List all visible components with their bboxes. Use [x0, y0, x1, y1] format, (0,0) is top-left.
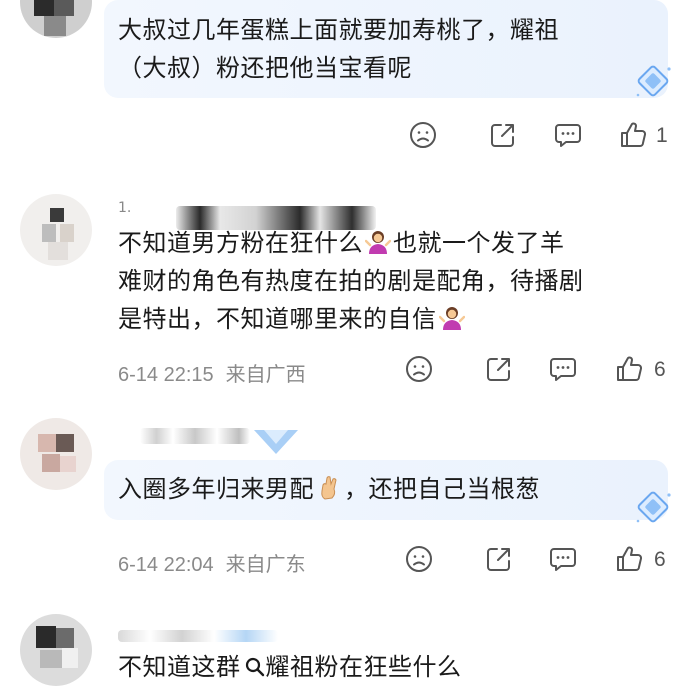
person-shrugging-emoji: [365, 229, 391, 255]
person-shrugging-emoji: [439, 305, 465, 331]
timestamp: 6-14 22:04: [118, 554, 214, 576]
thumbs-up-icon[interactable]: [614, 544, 644, 574]
like-count: 6: [654, 548, 666, 571]
sad-face-icon[interactable]: [404, 354, 434, 384]
share-icon[interactable]: [488, 120, 518, 150]
avatar[interactable]: [20, 418, 92, 490]
search-icon: [245, 657, 264, 677]
like-count: 6: [654, 358, 666, 381]
blurred-username: [140, 428, 250, 444]
crossed-fingers-emoji: [316, 475, 342, 501]
username[interactable]: 1.: [118, 200, 131, 224]
avatar[interactable]: [20, 194, 92, 266]
comment-icon[interactable]: [548, 354, 578, 384]
thumbs-up-icon[interactable]: [618, 120, 648, 150]
thumbs-up-icon[interactable]: [614, 354, 644, 384]
comment-text: 不知道这群 耀祖粉在狂些什么: [118, 653, 462, 681]
timestamp: 6-14 22:15: [118, 364, 214, 386]
like-count: 1: [656, 124, 668, 147]
location: 来自广西: [225, 364, 306, 386]
comment-meta: 6-14 22:04 来自广东: [118, 548, 318, 577]
comment-text: 大叔过几年蛋糕上面就要加寿桃了，耀祖 （大叔）粉还把他当宝看呢: [118, 16, 559, 82]
comment-item-3: 入圈多年归来男配 ，还把自己当根葱 6-14 22:04 来自广东 6: [0, 412, 690, 592]
location: 来自广东: [225, 554, 306, 576]
share-icon[interactable]: [484, 544, 514, 574]
sad-face-icon[interactable]: [404, 544, 434, 574]
comment-item-4: 不知道这群 耀祖粉在狂些什么: [0, 600, 690, 690]
share-icon[interactable]: [484, 354, 514, 384]
diamond-badge-icon: [632, 486, 676, 530]
sad-face-icon[interactable]: [408, 120, 438, 150]
blurred-badge: [254, 430, 298, 454]
comment-icon[interactable]: [553, 120, 583, 150]
comment-text: 入圈多年归来男配 ，还把自己当根葱: [118, 475, 540, 503]
comment-icon[interactable]: [548, 544, 578, 574]
diamond-badge-icon: [632, 60, 676, 104]
blurred-username: [118, 630, 278, 642]
comment-text: 不知道男方粉在狂什么 也就一个发了羊 难财的角色有热度在拍的剧是配角，待播剧 是特…: [118, 229, 584, 333]
comment-item-2: 1. 不知道男方粉在狂什么 也就一个发了羊 难财的角色有热度在拍的剧是配角，待播剧…: [0, 190, 690, 410]
topic-search-link[interactable]: 耀祖粉: [241, 653, 340, 681]
comment-item-1: 大叔过几年蛋糕上面就要加寿桃了，耀祖 （大叔）粉还把他当宝看呢 1: [0, 0, 690, 180]
avatar[interactable]: [20, 0, 92, 38]
comment-meta: 6-14 22:15 来自广西: [118, 358, 318, 387]
avatar[interactable]: [20, 614, 92, 686]
